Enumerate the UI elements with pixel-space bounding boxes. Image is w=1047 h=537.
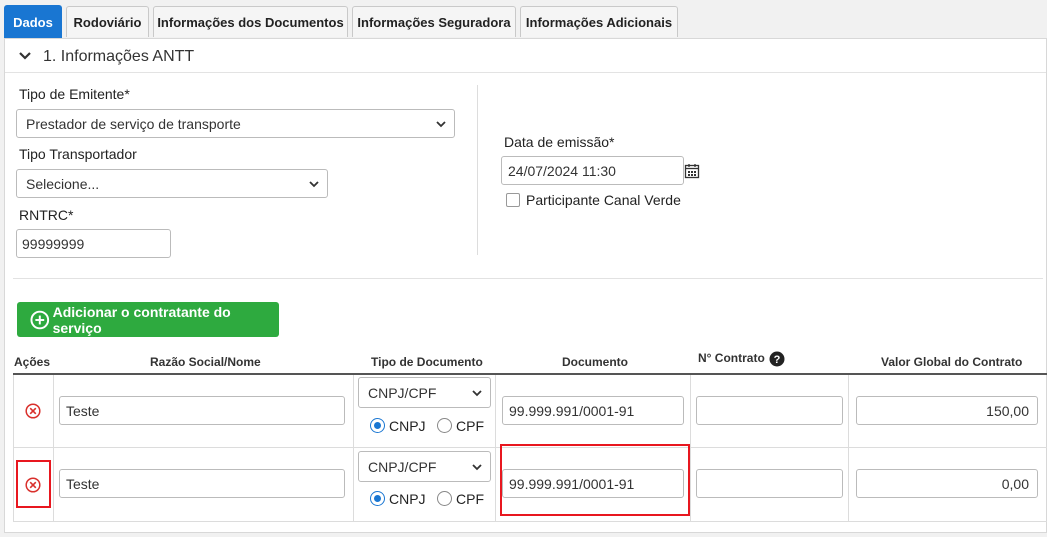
highlight-documento-field — [500, 444, 690, 516]
radio-cpf[interactable] — [437, 491, 452, 506]
col-divider — [53, 375, 54, 522]
col-divider — [848, 375, 849, 522]
calendar-icon[interactable] — [684, 163, 700, 179]
tab-informacoes-documentos[interactable]: Informações dos Documentos — [153, 6, 348, 37]
header-acoes: Ações — [14, 355, 51, 369]
radio-cpf-label: CPF — [456, 418, 484, 434]
data-emissao-input[interactable]: 24/07/2024 11:30 — [501, 156, 684, 185]
section-header-antt[interactable]: 1. Informações ANTT — [5, 39, 1046, 73]
tab-informacoes-seguradora[interactable]: Informações Seguradora — [352, 6, 516, 37]
tipo-transportador-value: Selecione... — [26, 175, 100, 192]
tipo-documento-value: CNPJ/CPF — [368, 384, 437, 401]
tipo-documento-value: CNPJ/CPF — [368, 458, 437, 475]
col-divider — [495, 375, 496, 522]
rntrc-value: 99999999 — [22, 235, 85, 252]
rntrc-label: RNTRC* — [19, 207, 74, 223]
col-divider — [13, 375, 14, 522]
col-divider — [690, 375, 691, 522]
highlight-remove-button — [16, 460, 51, 508]
razao-social-input[interactable]: Teste — [59, 469, 345, 498]
documento-input[interactable]: 99.999.991/0001-91 — [502, 396, 684, 425]
razao-social-input[interactable]: Teste — [59, 396, 345, 425]
header-documento: Documento — [562, 355, 628, 369]
tab-informacoes-adicionais[interactable]: Informações Adicionais — [520, 6, 678, 37]
tipo-documento-select[interactable]: CNPJ/CPF — [358, 451, 491, 482]
help-icon[interactable]: ? — [769, 351, 785, 367]
column-divider — [477, 85, 478, 255]
radio-cnpj[interactable] — [370, 491, 385, 506]
chevron-down-icon — [309, 181, 319, 188]
section-title: 1. Informações ANTT — [43, 48, 195, 65]
radio-cnpj-label: CNPJ — [389, 491, 426, 507]
radio-cpf-label: CPF — [456, 491, 484, 507]
tab-dados[interactable]: Dados — [4, 5, 62, 38]
svg-text:?: ? — [774, 354, 781, 366]
add-contratante-label: Adicionar o contratante do serviço — [52, 303, 231, 336]
row-divider — [13, 521, 1047, 522]
plus-circle-icon — [30, 310, 50, 329]
valor-global-input[interactable]: 0,00 — [856, 469, 1038, 498]
section-divider — [13, 278, 1043, 279]
tipo-transportador-select[interactable]: Selecione... — [16, 169, 328, 198]
razao-social-value: Teste — [66, 475, 100, 492]
chevron-down-icon — [436, 121, 446, 128]
header-n-contrato: N° Contrato — [698, 351, 765, 365]
tipo-emitente-label: Tipo de Emitente* — [19, 86, 130, 102]
col-divider — [353, 375, 354, 522]
radio-cnpj[interactable] — [370, 418, 385, 433]
data-emissao-value: 24/07/2024 11:30 — [508, 162, 616, 179]
n-contrato-input[interactable] — [696, 396, 843, 425]
canal-verde-label: Participante Canal Verde — [526, 192, 681, 208]
chevron-down-icon — [472, 464, 482, 471]
tab-rodoviario[interactable]: Rodoviário — [66, 6, 149, 37]
documento-value: 99.999.991/0001-91 — [509, 402, 635, 419]
tipo-transportador-label: Tipo Transportador — [19, 146, 137, 162]
header-razao-social: Razão Social/Nome — [150, 355, 261, 369]
tab-bar: Dados Rodoviário Informações dos Documen… — [0, 0, 1047, 38]
remove-circle-icon[interactable] — [25, 403, 41, 419]
valor-global-value: 150,00 — [986, 402, 1029, 419]
header-tipo-documento: Tipo de Documento — [371, 355, 483, 369]
canal-verde-checkbox[interactable] — [506, 193, 520, 207]
add-contratante-button[interactable]: Adicionar o contratante do serviço — [17, 302, 279, 337]
chevron-down-icon — [472, 390, 482, 397]
radio-cnpj-label: CNPJ — [389, 418, 426, 434]
data-emissao-label: Data de emissão* — [504, 134, 615, 150]
chevron-down-icon[interactable] — [17, 49, 33, 63]
rntrc-input[interactable]: 99999999 — [16, 229, 171, 258]
valor-global-input[interactable]: 150,00 — [856, 396, 1038, 425]
tipo-emitente-value: Prestador de serviço de transporte — [26, 115, 241, 132]
header-valor-global: Valor Global do Contrato — [881, 355, 1023, 369]
tipo-documento-select[interactable]: CNPJ/CPF — [358, 377, 491, 408]
main-panel: 1. Informações ANTT Tipo de Emitente* Pr… — [4, 38, 1047, 533]
tipo-emitente-select[interactable]: Prestador de serviço de transporte — [16, 109, 455, 138]
razao-social-value: Teste — [66, 402, 100, 419]
radio-cpf[interactable] — [437, 418, 452, 433]
n-contrato-input[interactable] — [696, 469, 843, 498]
valor-global-value: 0,00 — [1001, 475, 1029, 492]
table-header-line — [13, 373, 1047, 375]
